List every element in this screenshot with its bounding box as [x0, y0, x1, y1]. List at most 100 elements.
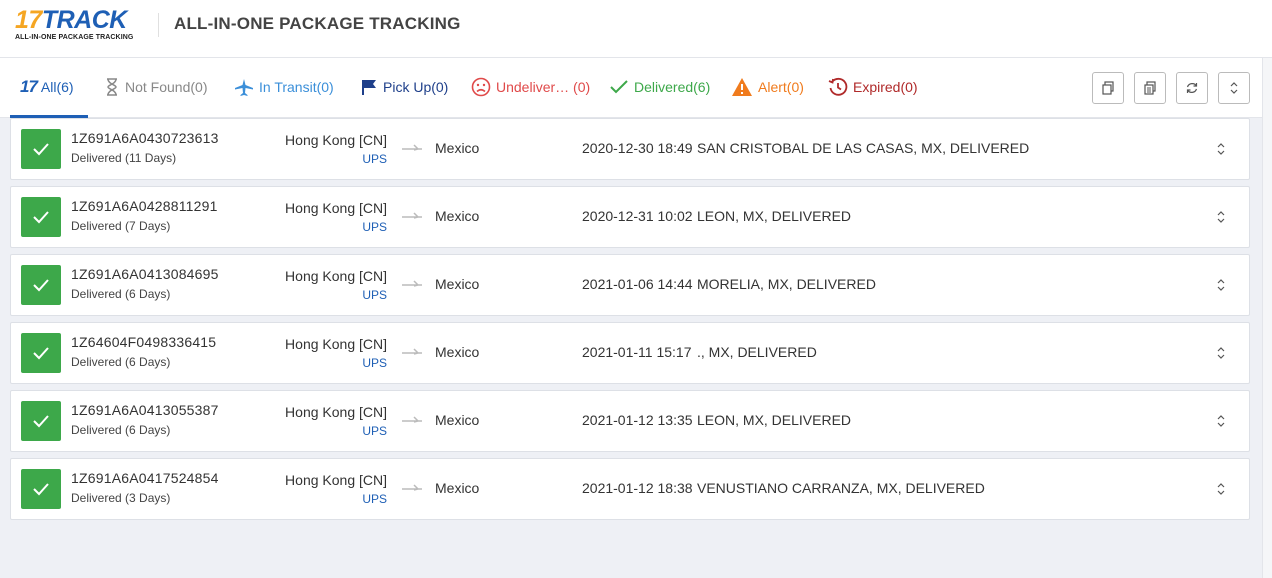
plane-route-icon	[402, 212, 422, 219]
delivered-status-icon	[21, 129, 61, 169]
plane-route-icon	[402, 280, 422, 287]
event-time: 2020-12-30 18:49	[582, 140, 693, 156]
origin-country: Hong Kong [CN]	[285, 336, 387, 352]
event-time: 2020-12-31 10:02	[582, 208, 693, 224]
shipment-row[interactable]: 1Z691A6A0430723613 Delivered (11 Days) H…	[10, 118, 1250, 180]
carrier-link[interactable]: UPS	[362, 152, 387, 166]
logo-track: TRACK	[41, 6, 128, 34]
destination-country: Mexico	[435, 140, 480, 156]
tab-label: Alert(0)	[758, 79, 804, 95]
tracking-number[interactable]: 1Z691A6A0417524854	[71, 470, 219, 486]
plane-route-icon	[402, 144, 422, 151]
tab-pick-up[interactable]: Pick Up(0)	[360, 75, 448, 99]
tab-label: Undeliver… (0)	[496, 79, 591, 95]
delivered-status-icon	[21, 401, 61, 441]
carrier-link[interactable]: UPS	[362, 356, 387, 370]
destination-country: Mexico	[435, 276, 480, 292]
logo[interactable]: 17TRACK ALL-IN-ONE PACKAGE TRACKING	[15, 7, 145, 43]
delivery-status: Delivered (6 Days)	[71, 355, 171, 369]
origin-country: Hong Kong [CN]	[285, 472, 387, 488]
delivery-status: Delivered (6 Days)	[71, 287, 171, 301]
carrier-link[interactable]: UPS	[362, 492, 387, 506]
airplane-icon	[235, 79, 253, 96]
tracking-number[interactable]: 1Z691A6A0413084695	[71, 266, 219, 282]
event-time: 2021-01-12 18:38	[582, 480, 693, 496]
event-time: 2021-01-12 13:35	[582, 412, 693, 428]
app-header: 17TRACK ALL-IN-ONE PACKAGE TRACKING ALL-…	[0, 0, 1272, 58]
event-description: ., MX, DELIVERED	[697, 344, 817, 360]
shipment-row[interactable]: 1Z691A6A0413055387 Delivered (6 Days) Ho…	[10, 390, 1250, 452]
event-description: SAN CRISTOBAL DE LAS CASAS, MX, DELIVERE…	[697, 140, 1030, 156]
expand-row-button[interactable]	[1213, 209, 1229, 225]
tab-delivered[interactable]: Delivered(6)	[609, 75, 710, 99]
chevron-up-down-icon	[1217, 415, 1225, 427]
delivered-status-icon	[21, 197, 61, 237]
scrollbar[interactable]	[1262, 58, 1272, 578]
tab-label: All(6)	[40, 79, 74, 95]
chevron-up-down-icon	[1217, 483, 1225, 495]
origin-country: Hong Kong [CN]	[285, 404, 387, 420]
shipment-row[interactable]: 1Z691A6A0428811291 Delivered (7 Days) Ho…	[10, 186, 1250, 248]
history-icon	[828, 77, 848, 96]
clipboard-icon	[1144, 81, 1156, 95]
shipment-row[interactable]: 1Z691A6A0413084695 Delivered (6 Days) Ho…	[10, 254, 1250, 316]
copy-icon	[1102, 81, 1114, 95]
delivery-status: Delivered (3 Days)	[71, 491, 171, 505]
delivered-status-icon	[21, 333, 61, 373]
tab-undelivered[interactable]: Undeliver… (0)	[471, 75, 590, 99]
origin-country: Hong Kong [CN]	[285, 132, 387, 148]
tab-label: Not Found(0)	[125, 79, 208, 95]
hourglass-icon	[107, 78, 117, 96]
tracking-number[interactable]: 1Z691A6A0428811291	[71, 198, 218, 214]
delivery-status: Delivered (7 Days)	[71, 219, 171, 233]
tracking-number[interactable]: 1Z691A6A0430723613	[71, 130, 219, 146]
tab-in-transit[interactable]: In Transit(0)	[234, 75, 334, 99]
tab-not-found[interactable]: Not Found(0)	[104, 75, 207, 99]
flag-icon	[362, 80, 376, 95]
delivered-status-icon	[21, 469, 61, 509]
carrier-link[interactable]: UPS	[362, 220, 387, 234]
expand-row-button[interactable]	[1213, 413, 1229, 429]
tab-alert[interactable]: Alert(0)	[731, 75, 804, 99]
destination-country: Mexico	[435, 344, 480, 360]
page-title: ALL-IN-ONE PACKAGE TRACKING	[174, 14, 461, 33]
refresh-button[interactable]	[1176, 72, 1208, 104]
expand-all-icon	[1230, 82, 1238, 94]
filter-bar: 17 All(6) Not Found(0) In Transit(0) Pic…	[0, 58, 1262, 118]
tab-all[interactable]: 17 All(6)	[20, 75, 74, 99]
tab-label: Expired(0)	[853, 79, 918, 95]
carrier-link[interactable]: UPS	[362, 424, 387, 438]
event-description: LEON, MX, DELIVERED	[697, 208, 852, 224]
header-divider	[158, 13, 159, 37]
copy-button[interactable]	[1092, 72, 1124, 104]
event-time: 2021-01-11 15:17	[582, 344, 692, 360]
tracking-number[interactable]: 1Z64604F0498336415	[71, 334, 216, 350]
sad-face-icon	[471, 77, 491, 97]
chevron-up-down-icon	[1217, 279, 1225, 291]
event-description: LEON, MX, DELIVERED	[697, 412, 852, 428]
shipment-row[interactable]: 1Z64604F0498336415 Delivered (6 Days) Ho…	[10, 322, 1250, 384]
expand-row-button[interactable]	[1213, 345, 1229, 361]
expand-row-button[interactable]	[1213, 141, 1229, 157]
shipment-row[interactable]: 1Z691A6A0417524854 Delivered (3 Days) Ho…	[10, 458, 1250, 520]
expand-all-button[interactable]	[1218, 72, 1250, 104]
tab-expired[interactable]: Expired(0)	[828, 75, 918, 99]
destination-country: Mexico	[435, 480, 480, 496]
delivered-status-icon	[21, 265, 61, 305]
event-description: MORELIA, MX, DELIVERED	[697, 276, 876, 292]
expand-row-button[interactable]	[1213, 481, 1229, 497]
warning-icon	[732, 78, 752, 96]
origin-country: Hong Kong [CN]	[285, 200, 387, 216]
logo-17-icon: 17	[20, 77, 38, 96]
tab-label: In Transit(0)	[259, 79, 334, 95]
tracking-number[interactable]: 1Z691A6A0413055387	[71, 402, 219, 418]
chevron-up-down-icon	[1217, 211, 1225, 223]
delivery-status: Delivered (6 Days)	[71, 423, 171, 437]
copy-details-button[interactable]	[1134, 72, 1166, 104]
tab-label: Delivered(6)	[634, 79, 711, 95]
origin-country: Hong Kong [CN]	[285, 268, 387, 284]
refresh-icon	[1186, 83, 1198, 93]
delivery-status: Delivered (11 Days)	[71, 151, 177, 165]
expand-row-button[interactable]	[1213, 277, 1229, 293]
carrier-link[interactable]: UPS	[362, 288, 387, 302]
